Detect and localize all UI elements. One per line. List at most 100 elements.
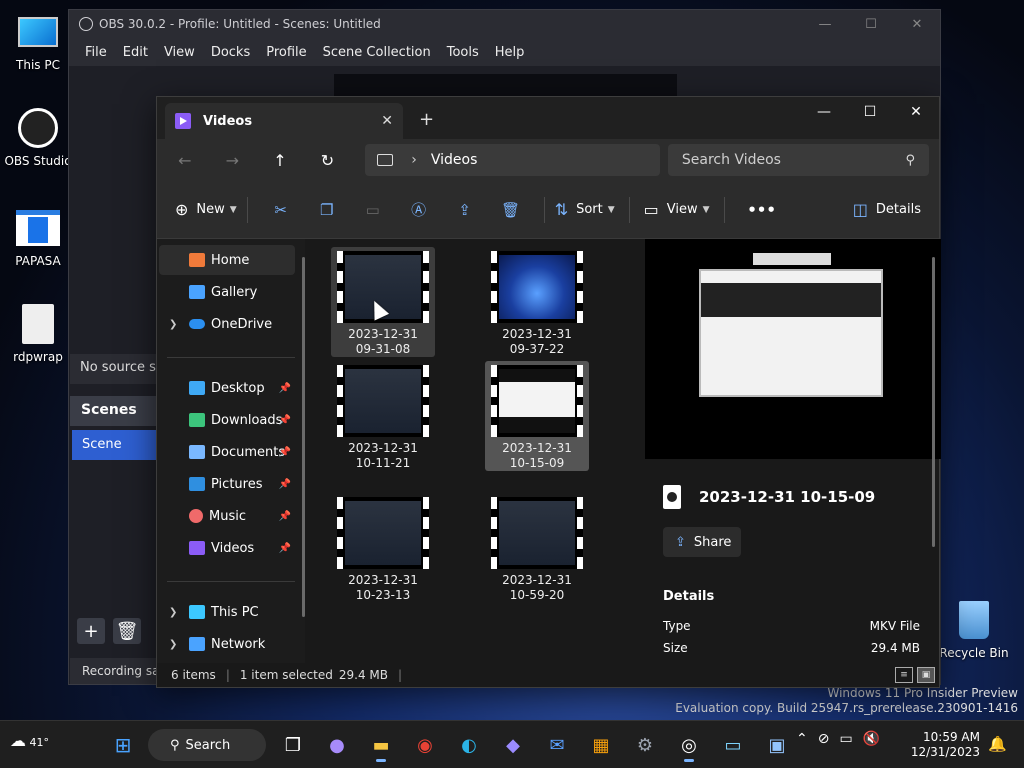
new-tab-icon[interactable]: + (419, 109, 434, 130)
file-item[interactable]: 2023-12-31 10-11-21 (331, 361, 435, 471)
delete-icon[interactable]: 🗑 (488, 201, 534, 219)
new-button[interactable]: ⊕ New ▼ (175, 200, 237, 219)
close-tab-icon[interactable]: ✕ (381, 113, 393, 129)
breadcrumb-videos[interactable]: Videos (431, 152, 478, 168)
menu-help[interactable]: Help (495, 45, 525, 60)
menu-docks[interactable]: Docks (211, 45, 250, 60)
search-input[interactable]: Search Videos ⚲ (667, 144, 929, 176)
file-item[interactable]: 2023-12-31 10-23-13 (331, 493, 435, 603)
network-monitor-icon[interactable]: ▣ (758, 727, 796, 763)
menu-edit[interactable]: Edit (123, 45, 148, 60)
nav-item-pictures[interactable]: Pictures 📌 (159, 469, 295, 499)
desktop-icon-papasa[interactable]: PAPASA (2, 206, 74, 268)
obs-titlebar[interactable]: OBS 30.0.2 - Profile: Untitled - Scenes:… (69, 10, 940, 38)
task-view-icon[interactable]: ❐ (274, 727, 312, 763)
share-button[interactable]: ⇪ Share (663, 527, 741, 557)
taskbar-search[interactable]: ⚲ Search (148, 729, 266, 761)
obs-scene-item[interactable]: Scene (72, 430, 156, 460)
desktop-icon-this-pc[interactable]: This PC (2, 10, 74, 72)
close-icon[interactable]: ✕ (893, 97, 939, 127)
minimize-icon[interactable]: — (801, 97, 847, 127)
file-item-selected[interactable]: 2023-12-31 10-15-09 (485, 361, 589, 471)
file-item[interactable]: 2023-12-31 10-59-20 (485, 493, 589, 603)
nav-item-music[interactable]: Music 📌 (159, 501, 295, 531)
refresh-icon[interactable]: ↻ (310, 151, 346, 170)
start-button[interactable]: ⊞ (104, 727, 142, 763)
file-item[interactable]: 2023-12-31 09-37-22 (485, 247, 589, 357)
copilot-icon[interactable]: ◆ (494, 727, 532, 763)
edge-icon[interactable]: ◐ (450, 727, 488, 763)
menu-tools[interactable]: Tools (447, 45, 479, 60)
back-arrow-icon[interactable]: ← (167, 151, 203, 170)
settings-icon[interactable]: ⚙ (626, 727, 664, 763)
up-arrow-icon[interactable]: ↑ (262, 151, 298, 170)
display-icon[interactable]: ▭ (839, 731, 852, 747)
file-name-line2: 10-59-20 (509, 588, 565, 602)
menu-profile[interactable]: Profile (266, 45, 306, 60)
add-icon[interactable]: + (77, 618, 105, 644)
nav-item-gallery[interactable]: Gallery (159, 277, 295, 307)
menu-file[interactable]: File (85, 45, 107, 60)
tab-videos[interactable]: Videos ✕ (165, 103, 403, 139)
nav-item-desktop[interactable]: Desktop 📌 (159, 373, 295, 403)
chevron-right-icon[interactable]: ❯ (169, 607, 177, 618)
volume-muted-icon[interactable]: 🔇 (863, 731, 880, 747)
chevron-right-icon[interactable]: ❯ (169, 319, 177, 330)
nav-label: Gallery (211, 284, 258, 300)
chrome-icon[interactable]: ◉ (406, 727, 444, 763)
cut-icon[interactable]: ✂ (258, 201, 304, 219)
paste-icon[interactable]: ▭ (350, 201, 396, 219)
close-icon[interactable]: ✕ (894, 17, 940, 32)
mail-icon[interactable]: ✉ (538, 727, 576, 763)
scrollbar[interactable] (302, 257, 305, 617)
minimize-icon[interactable]: — (802, 17, 848, 32)
nav-item-documents[interactable]: Documents 📌 (159, 437, 295, 467)
remote-desktop-icon[interactable]: ▭ (714, 727, 752, 763)
nav-item-home[interactable]: Home (159, 245, 295, 275)
nav-item-downloads[interactable]: Downloads 📌 (159, 405, 295, 435)
clock[interactable]: 10:59 AM 12/31/2023 (900, 730, 980, 760)
desktop-icon-rdpwrap[interactable]: rdpwrap (2, 302, 74, 364)
settings-file-icon (16, 302, 60, 346)
desktop-icon-recycle-bin[interactable]: Recycle Bin (938, 598, 1010, 660)
divider (167, 581, 295, 582)
details-button[interactable]: ◫ Details (853, 200, 921, 219)
maximize-icon[interactable]: ☐ (848, 17, 894, 32)
menu-scene-collection[interactable]: Scene Collection (323, 45, 431, 60)
forward-arrow-icon[interactable]: → (215, 151, 251, 170)
nav-item-network[interactable]: ❯ Network (159, 629, 295, 659)
scrollbar[interactable] (932, 257, 935, 547)
sort-button[interactable]: ⇅ Sort ▼ (555, 200, 615, 219)
nav-item-this-pc[interactable]: ❯ This PC (159, 597, 295, 627)
details-view-icon[interactable]: ≡ (895, 667, 913, 683)
pictures-icon (189, 477, 205, 491)
view-button[interactable]: ▭ View ▼ (644, 200, 710, 219)
tiles-view-icon[interactable]: ▣ (917, 667, 935, 683)
computer-icon (377, 154, 394, 166)
more-icon[interactable]: ••• (739, 201, 785, 219)
rename-icon[interactable]: Ⓐ (396, 199, 442, 220)
notification-bell-icon[interactable]: 🔔 (988, 735, 1007, 753)
chat-icon[interactable]: ● (318, 727, 356, 763)
weather-widget[interactable]: ☁ 41° (10, 731, 49, 750)
nav-item-onedrive[interactable]: ❯ OneDrive (159, 309, 295, 339)
trash-icon[interactable]: 🗑 (113, 618, 141, 644)
breadcrumb[interactable]: › Videos (365, 144, 660, 176)
nav-label: This PC (211, 604, 259, 620)
explorer-window[interactable]: Videos ✕ + — ☐ ✕ ← → ↑ ↻ › Videos Search… (156, 96, 941, 688)
store-icon[interactable]: ▦ (582, 727, 620, 763)
preview-tooltip (753, 253, 831, 265)
desktop-icon-obs[interactable]: OBS Studio (2, 106, 74, 168)
chevron-up-icon[interactable]: ⌃ (796, 731, 808, 747)
file-explorer-icon[interactable]: ▬ (362, 727, 400, 763)
file-name-line2: 10-11-21 (355, 456, 411, 470)
details-label: Details (875, 202, 921, 217)
chevron-right-icon[interactable]: ❯ (169, 639, 177, 650)
maximize-icon[interactable]: ☐ (847, 97, 893, 127)
copy-icon[interactable]: ❐ (304, 201, 350, 219)
menu-view[interactable]: View (164, 45, 195, 60)
network-off-icon[interactable]: ⊘ (818, 731, 830, 747)
nav-item-videos[interactable]: Videos 📌 (159, 533, 295, 563)
obs-icon[interactable]: ◎ (670, 727, 708, 763)
share-icon[interactable]: ⇪ (442, 201, 488, 219)
